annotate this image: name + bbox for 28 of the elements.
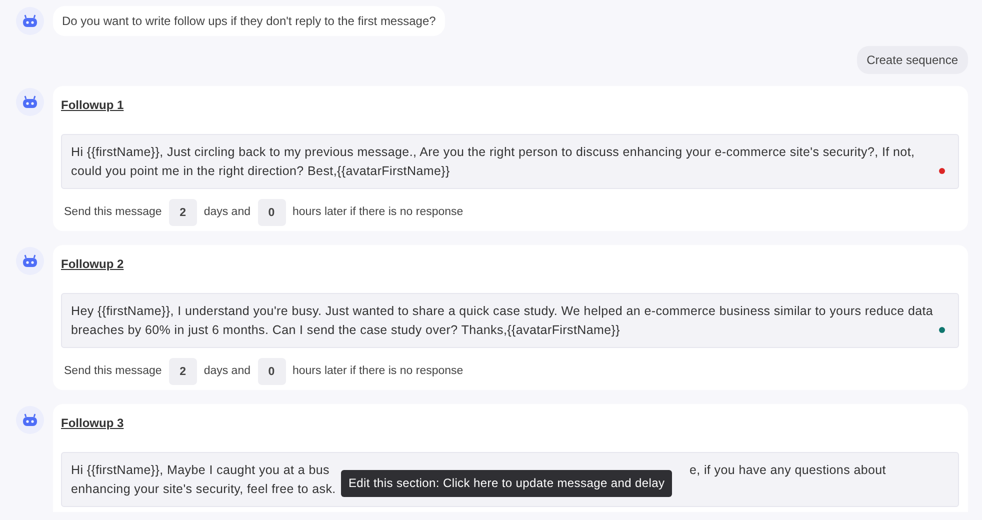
followup-title: Followup 2: [61, 257, 124, 271]
days-label: days and: [204, 204, 250, 220]
followup-title: Followup 1: [61, 98, 124, 112]
message-box[interactable]: [61, 293, 959, 348]
create-sequence-button[interactable]: Create sequence: [856, 46, 968, 74]
message-text: Hey {{firstName}}, I understand you're busy. Just wanted to share a quick case study. We helped an e-commerce business similar to yours reduce data breaches by 60% in just 6 months. Can I send the case study over? Thanks,{{avatarFirstName}}: [71, 303, 934, 339]
message-box[interactable]: Hi {{firstName}}, Maybe I caught you at a bus Edit this section: Click here to update message and delay e, if you have any questions about enhancing your site's security, feel free to ask.: [61, 452, 959, 507]
hours-field[interactable]: 0: [258, 199, 286, 226]
hours-label: hours later if there is no response: [292, 364, 464, 379]
question-bubble: Do you want to write follow ups if they don't reply to the first message?: [53, 6, 445, 36]
delay-label: Send this message: [63, 204, 162, 220]
robot-icon: [22, 14, 38, 28]
followup-title: Followup 3: [61, 416, 124, 430]
days-label: days and: [204, 364, 250, 379]
hours-field[interactable]: 0: [258, 358, 286, 385]
hours-label: hours later if there is no response: [292, 204, 464, 220]
robot-icon: [22, 413, 38, 427]
days-field[interactable]: 2: [168, 199, 197, 226]
message-text: Hi {{firstName}}, Just circling back to my previous message., Are you the right person to discuss enhancing your e-commerce site's security?, If not, could you point me in the right direction? Best,{{avatarFirstName}}: [71, 144, 916, 180]
robot-icon: [22, 95, 38, 109]
message-text: e, if you have any questions about: [689, 462, 886, 479]
days-field[interactable]: 2: [168, 358, 197, 385]
message-box[interactable]: [61, 134, 959, 189]
delay-label: Send this message: [63, 364, 162, 379]
tooltip: Edit this section: Click here to update message and delay: [341, 470, 672, 497]
message-text: enhancing your site's security, feel free to ask.: [71, 481, 336, 498]
message-text: Hi {{firstName}}, Maybe I caught you at a bus: [71, 462, 330, 479]
robot-icon: [22, 254, 38, 268]
